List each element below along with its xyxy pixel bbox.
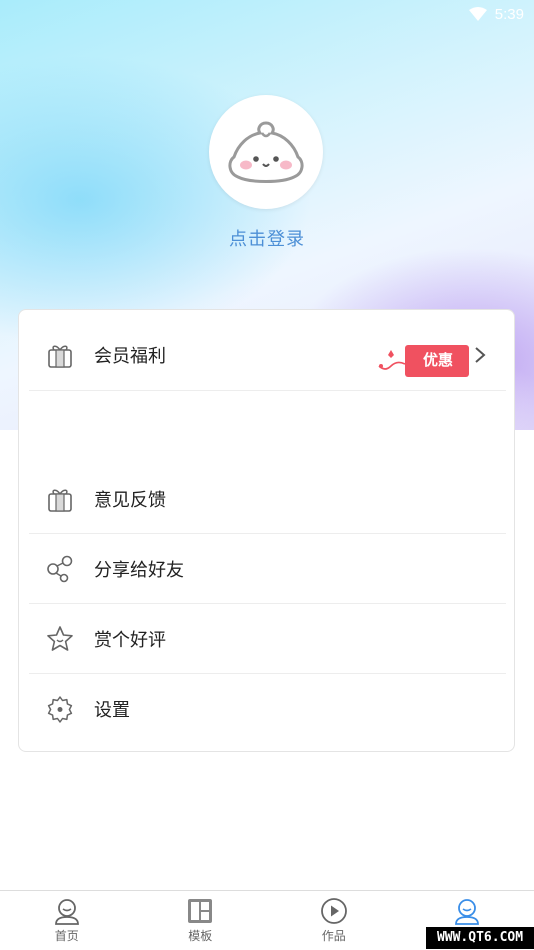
gift-icon [46, 485, 74, 513]
avatar[interactable] [209, 95, 323, 209]
menu-item-settings[interactable]: 设置 [29, 674, 506, 744]
play-icon [319, 896, 349, 926]
bun-mascot-icon [224, 117, 308, 187]
gift-icon [46, 341, 74, 369]
tab-label: 模板 [188, 927, 212, 944]
chevron-right-icon [472, 345, 488, 365]
template-icon [185, 896, 215, 926]
login-link[interactable]: 点击登录 [0, 225, 534, 251]
ribbon-icon [377, 348, 405, 374]
tab-works[interactable]: 作品 [267, 891, 401, 950]
watermark: WWW.QT6.COM [426, 927, 534, 949]
menu-item-label: 意见反馈 [94, 486, 166, 512]
promo-tag: 优惠 [405, 345, 469, 377]
tab-templates[interactable]: 模板 [134, 891, 268, 950]
share-icon [46, 555, 74, 583]
menu-item-member-benefits[interactable]: 会员福利 优惠 [29, 320, 506, 390]
menu-item-label: 赏个好评 [94, 626, 166, 652]
wifi-icon [469, 7, 487, 21]
tab-home[interactable]: 首页 [0, 891, 134, 950]
menu-item-label: 设置 [94, 696, 130, 722]
menu-card: 会员福利 优惠 意见反馈 [18, 309, 515, 752]
star-icon [46, 625, 74, 653]
menu-item-rate[interactable]: 赏个好评 [29, 604, 506, 674]
menu-item-label: 会员福利 [94, 342, 166, 368]
status-time: 5:39 [495, 6, 524, 23]
tab-label: 首页 [55, 927, 79, 944]
menu-item-label: 分享给好友 [94, 556, 184, 582]
divider [29, 390, 506, 391]
home-user-icon [52, 896, 82, 926]
status-bar: 5:39 [0, 0, 534, 28]
menu-item-share[interactable]: 分享给好友 [29, 534, 506, 604]
gear-icon [46, 695, 74, 723]
profile-icon [452, 896, 482, 926]
promo-badge: 优惠 [377, 345, 469, 377]
menu-item-feedback[interactable]: 意见反馈 [29, 464, 506, 534]
tab-label: 作品 [322, 927, 346, 944]
